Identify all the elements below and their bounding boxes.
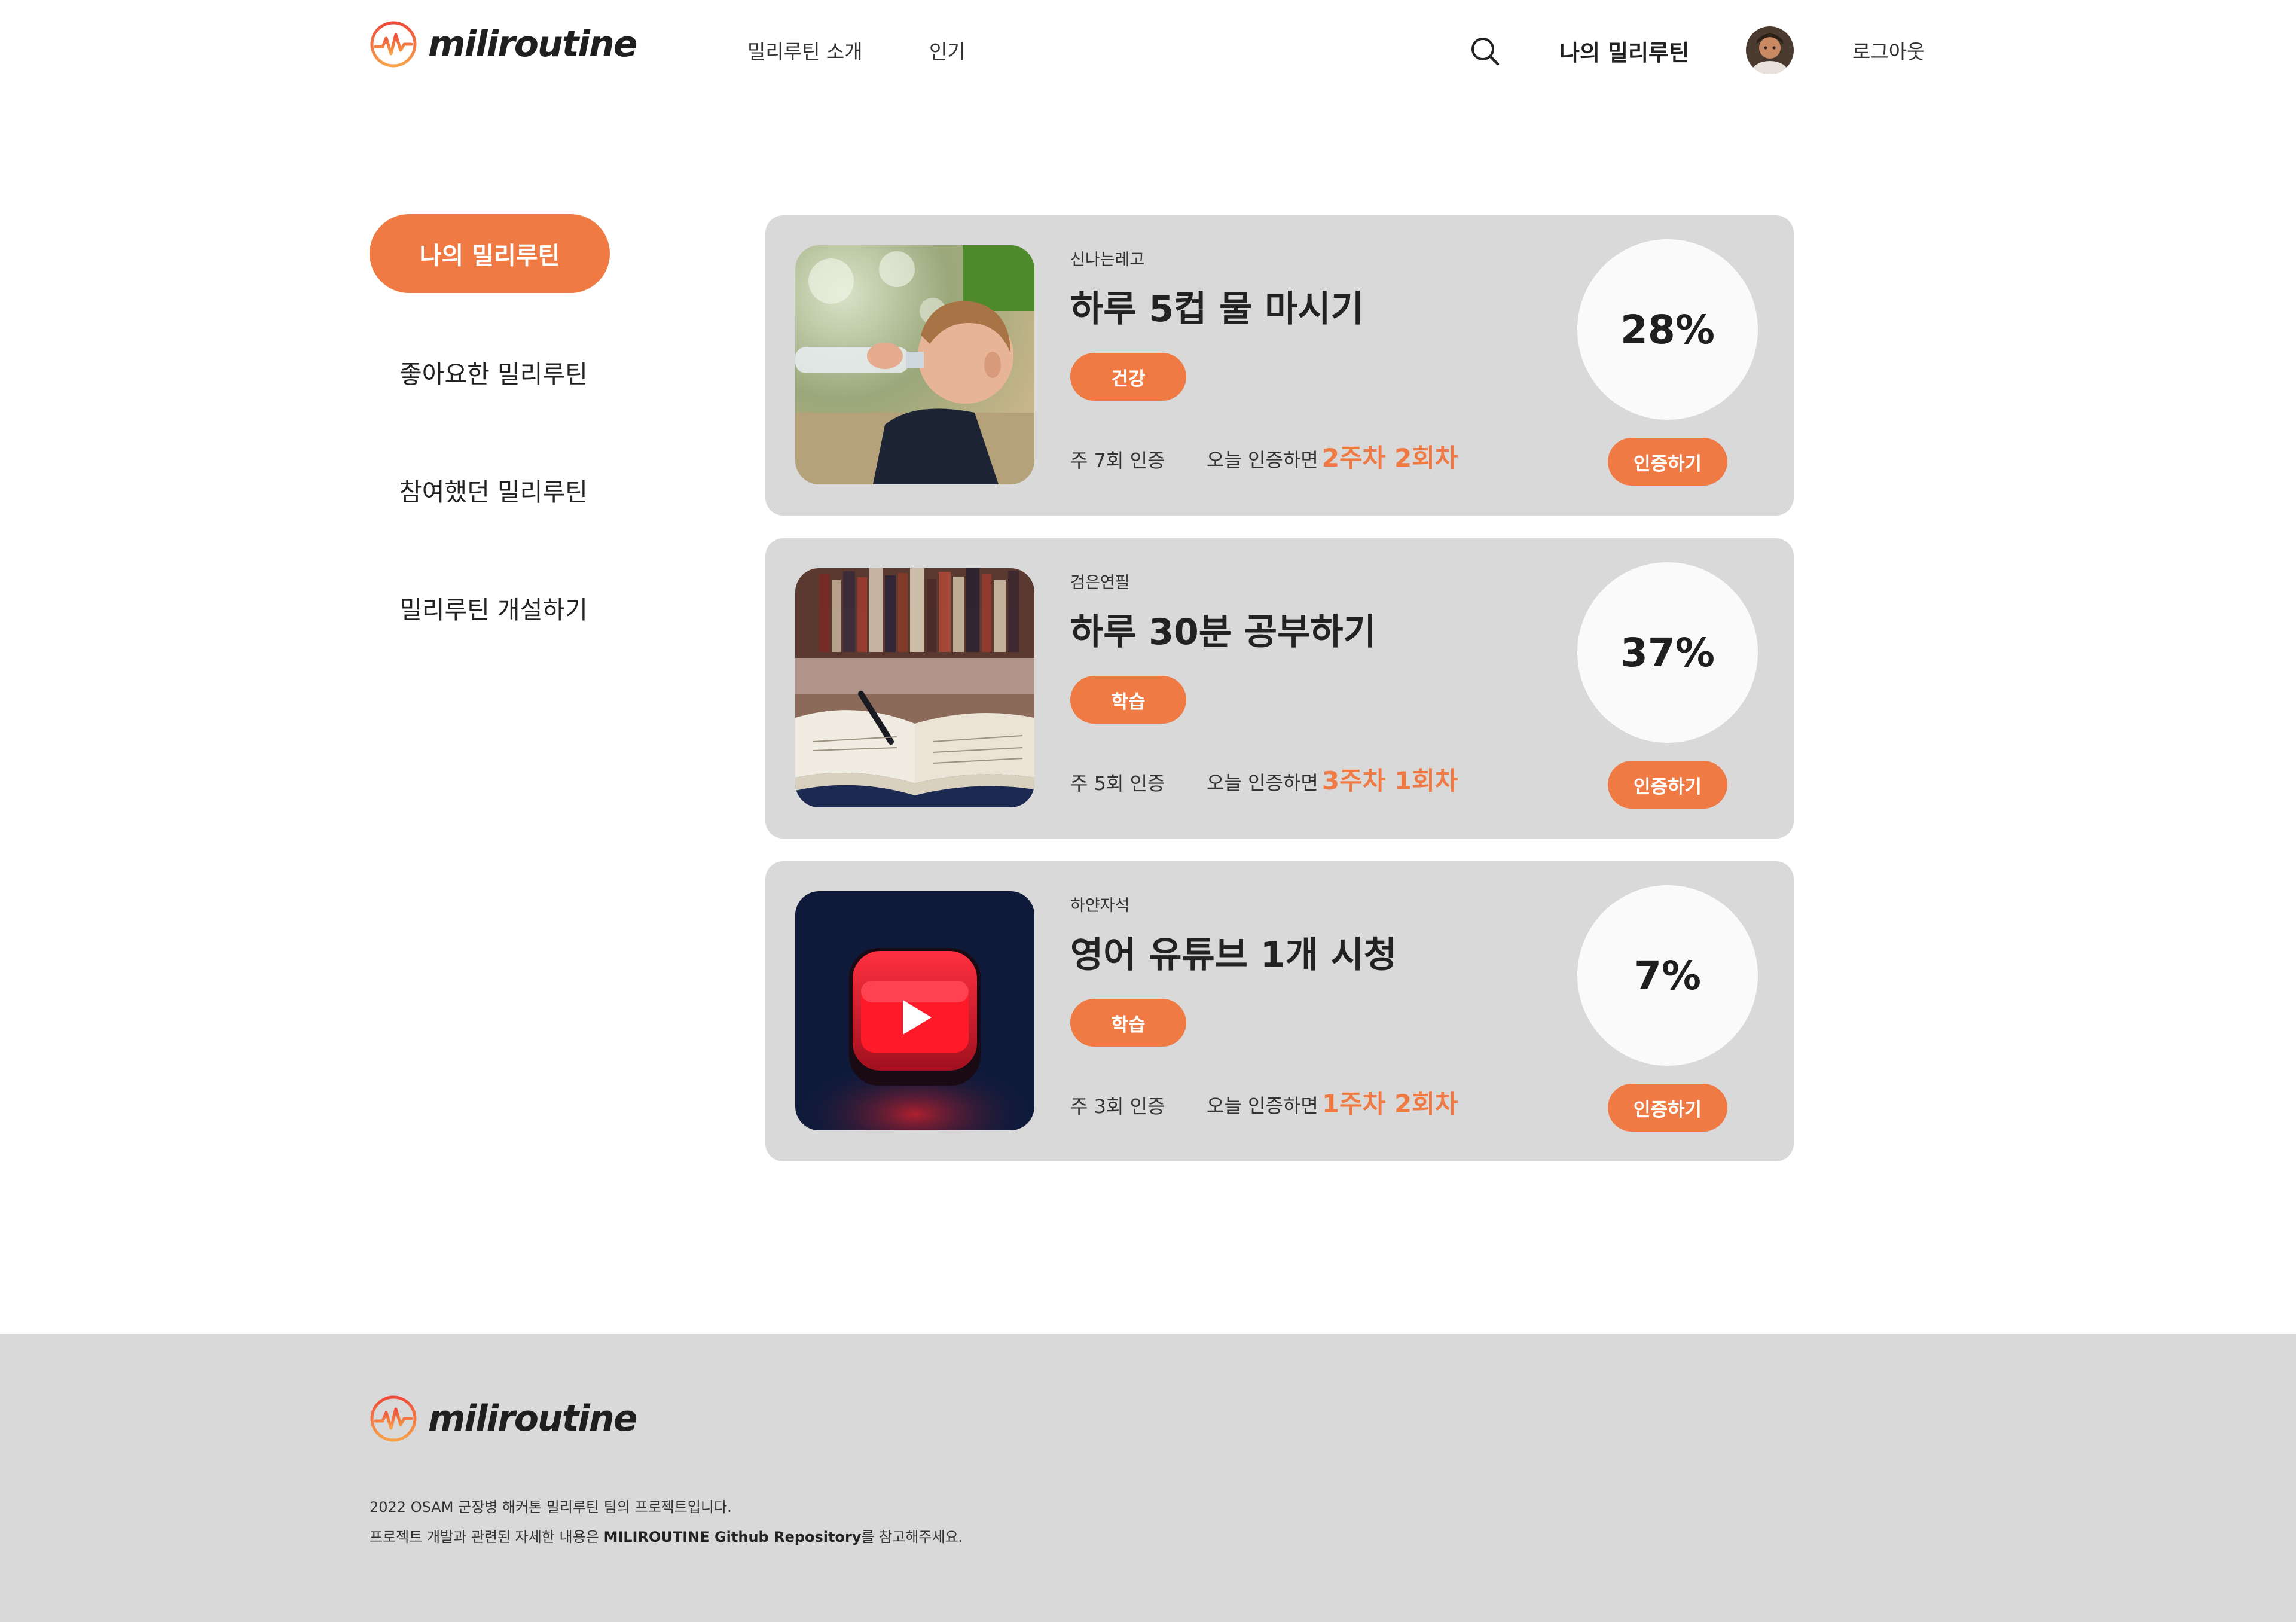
routine-title: 하루 5컵 물 마시기 (1070, 288, 1364, 330)
heartbeat-circle-icon (370, 1395, 417, 1442)
nav-popular[interactable]: 인기 (929, 36, 966, 65)
today-week-round: 2주차 2회차 (1321, 443, 1458, 472)
heartbeat-circle-icon (370, 21, 417, 68)
site-logo[interactable]: miliroutine (370, 20, 637, 68)
avatar[interactable] (1746, 26, 1794, 74)
footer-note-prefix: 프로젝트 개발과 관련된 자세한 내용은 (370, 1529, 604, 1545)
github-repo-link[interactable]: MILIROUTINE Github Repository (603, 1529, 861, 1545)
routine-frequency: 주 7회 인증 (1070, 449, 1165, 472)
routine-card[interactable]: 신나는레고 하루 5컵 물 마시기 건강 주 7회 인증 오늘 인증하면 2주차… (765, 215, 1794, 516)
routine-owner: 검은연필 (1070, 574, 1130, 592)
today-prefix: 오늘 인증하면 (1207, 1094, 1318, 1117)
footer-credit: 2022 OSAM 군장병 해커톤 밀리루틴 팀의 프로젝트입니다. (370, 1499, 732, 1516)
sidebar-item-my-routine[interactable]: 나의 밀리루틴 (370, 214, 610, 293)
category-badge[interactable]: 학습 (1070, 676, 1186, 724)
today-week-round: 1주차 2회차 (1321, 1089, 1458, 1118)
certify-button[interactable]: 인증하기 (1608, 438, 1727, 486)
sidebar-item-create[interactable]: 밀리루틴 개설하기 (399, 590, 588, 626)
open-book-image (795, 568, 1034, 807)
today-certification: 오늘 인증하면 3주차 1회차 (1207, 761, 1458, 797)
routine-frequency: 주 3회 인증 (1070, 1095, 1165, 1118)
progress-circle: 7% (1577, 885, 1758, 1066)
header: miliroutine 밀리루틴 소개 인기 나의 밀리루틴 로그아웃 (0, 0, 2296, 102)
routine-owner: 신나는레고 (1070, 251, 1145, 269)
child-drinking-water-image (795, 245, 1034, 484)
certify-button[interactable]: 인증하기 (1608, 1084, 1727, 1132)
today-prefix: 오늘 인증하면 (1207, 449, 1318, 471)
logo-wordmark: miliroutine (428, 1398, 637, 1440)
category-badge[interactable]: 학습 (1070, 999, 1186, 1047)
sidebar-item-joined[interactable]: 참여했던 밀리루틴 (399, 472, 588, 508)
logo-wordmark: miliroutine (428, 23, 637, 65)
routine-owner: 하얀자석 (1070, 897, 1130, 915)
footer-note: 프로젝트 개발과 관련된 자세한 내용은 MILIROUTINE Github … (370, 1525, 963, 1546)
footer: miliroutine 2022 OSAM 군장병 해커톤 밀리루틴 팀의 프로… (0, 1334, 2296, 1622)
today-certification: 오늘 인증하면 2주차 2회차 (1207, 438, 1458, 474)
routine-card[interactable]: 하얀자석 영어 유튜브 1개 시청 학습 주 3회 인증 오늘 인증하면 1주차… (765, 861, 1794, 1161)
youtube-logo-image (795, 891, 1034, 1130)
certify-button[interactable]: 인증하기 (1608, 761, 1727, 809)
today-week-round: 3주차 1회차 (1321, 766, 1458, 795)
footer-logo[interactable]: miliroutine (370, 1395, 637, 1443)
nav-intro[interactable]: 밀리루틴 소개 (747, 36, 863, 65)
progress-circle: 28% (1577, 239, 1758, 420)
search-icon[interactable] (1468, 35, 1502, 68)
my-routine-link[interactable]: 나의 밀리루틴 (1559, 35, 1689, 67)
category-badge[interactable]: 건강 (1070, 353, 1186, 401)
routine-frequency: 주 5회 인증 (1070, 772, 1165, 795)
routine-title: 하루 30분 공부하기 (1070, 611, 1376, 653)
routine-card[interactable]: 검은연필 하루 30분 공부하기 학습 주 5회 인증 오늘 인증하면 3주차 … (765, 538, 1794, 839)
logout-link[interactable]: 로그아웃 (1852, 36, 1925, 65)
footer-note-suffix: 를 참고해주세요. (861, 1529, 963, 1545)
routine-title: 영어 유튜브 1개 시청 (1070, 934, 1397, 976)
progress-circle: 37% (1577, 562, 1758, 743)
sidebar-item-liked[interactable]: 좋아요한 밀리루틴 (399, 354, 588, 390)
today-prefix: 오늘 인증하면 (1207, 772, 1318, 794)
today-certification: 오늘 인증하면 1주차 2회차 (1207, 1084, 1458, 1120)
